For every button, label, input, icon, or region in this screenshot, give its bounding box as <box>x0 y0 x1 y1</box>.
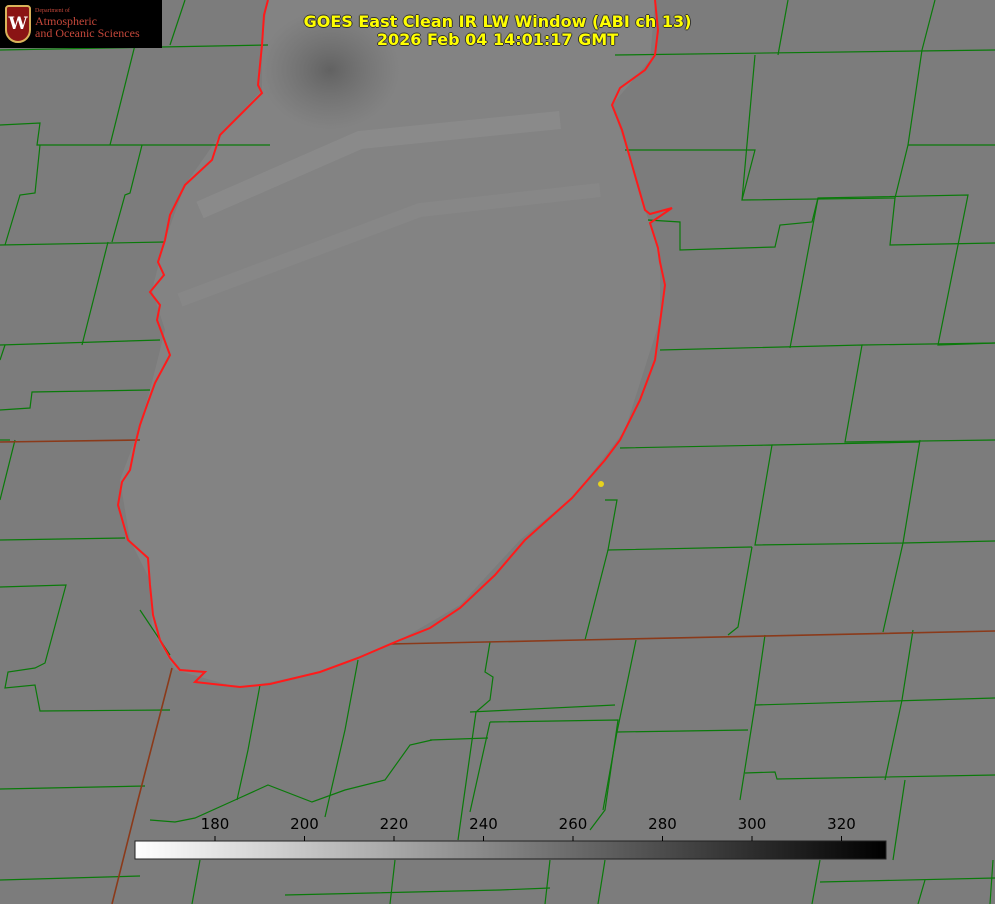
colorbar-tick-label: 220 <box>379 815 409 833</box>
colorbar-tick-label: 300 <box>737 815 767 833</box>
image-title: GOES East Clean IR LW Window (ABI ch 13) <box>303 12 692 31</box>
image-timestamp: 2026 Feb 04 14:01:17 GMT <box>376 30 619 49</box>
satellite-image: W Department of Atmospheric and Oceanic … <box>0 0 995 904</box>
logo-line-2: and Oceanic Sciences <box>35 26 140 41</box>
colorbar-tick-label: 320 <box>827 815 856 833</box>
colorbar-tick-label: 180 <box>200 815 230 833</box>
uw-aos-logo: W Department of Atmospheric and Oceanic … <box>0 0 162 48</box>
colorbar-tick-label: 280 <box>648 815 677 833</box>
colorbar-tick-label: 260 <box>558 815 588 833</box>
colorbar-tick-label: 200 <box>290 815 319 833</box>
uw-crest-icon: W <box>5 5 31 43</box>
station-marker <box>598 481 604 487</box>
colorbar <box>134 840 887 860</box>
logo-text: Department of Atmospheric and Oceanic Sc… <box>35 8 140 39</box>
map-canvas <box>0 0 995 904</box>
colorbar-tick-label: 240 <box>469 815 498 833</box>
